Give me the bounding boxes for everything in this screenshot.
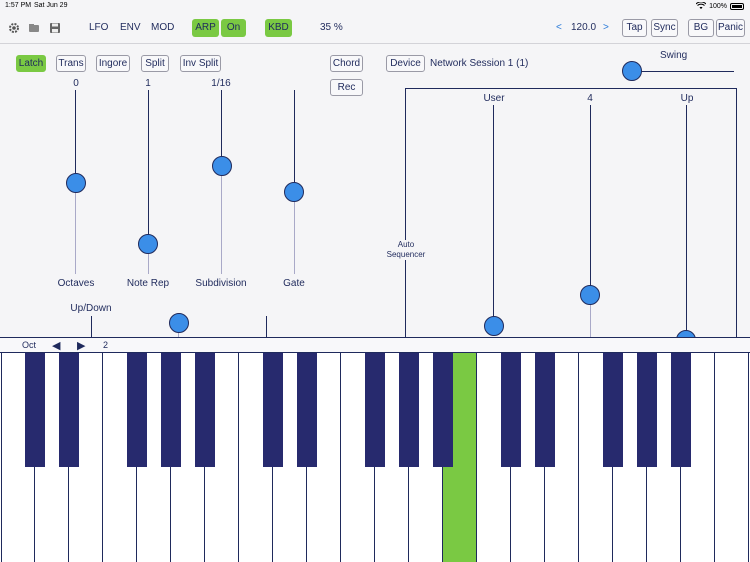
seq-1-value: User bbox=[483, 93, 505, 104]
seq-3-track[interactable] bbox=[686, 105, 687, 337]
direction-knob[interactable] bbox=[169, 313, 189, 333]
black-key[interactable] bbox=[25, 353, 45, 467]
seq-3-value: Up bbox=[680, 93, 694, 104]
black-key[interactable] bbox=[297, 353, 317, 467]
latch-button[interactable]: Latch bbox=[16, 55, 46, 72]
black-key[interactable] bbox=[603, 353, 623, 467]
tempo-readout: 120.0 bbox=[571, 22, 597, 33]
black-key[interactable] bbox=[59, 353, 79, 467]
arp-tab[interactable]: ARP bbox=[192, 19, 219, 37]
black-key[interactable] bbox=[127, 353, 147, 467]
octaves-knob[interactable] bbox=[66, 173, 86, 193]
black-key[interactable] bbox=[433, 353, 453, 467]
black-key[interactable] bbox=[637, 353, 657, 467]
octave-bar: Oct ◀ ▶ 2 bbox=[0, 337, 750, 353]
status-bar: 1:57 PM Sat Jun 29 100% bbox=[0, 0, 750, 13]
status-date: Sat Jun 29 bbox=[34, 2, 68, 9]
tempo-decrease-button[interactable]: < bbox=[556, 22, 562, 33]
panic-button[interactable]: Panic bbox=[716, 19, 745, 37]
black-key[interactable] bbox=[263, 353, 283, 467]
octaves-label: Octaves bbox=[57, 278, 95, 289]
device-button[interactable]: Device bbox=[386, 55, 425, 72]
subdivision-label: Subdivision bbox=[195, 278, 247, 289]
octave-down-icon[interactable]: ◀ bbox=[52, 339, 60, 352]
seq-2-track-upper[interactable] bbox=[590, 105, 591, 295]
note-rep-track-upper[interactable] bbox=[148, 90, 149, 244]
kbd-button[interactable]: KBD bbox=[265, 19, 292, 37]
trans-button[interactable]: Trans bbox=[56, 55, 86, 72]
gate-track-upper[interactable] bbox=[294, 90, 295, 192]
toolbar: LFO ENV MOD ARP On KBD 35 % < 120.0 > Ta… bbox=[0, 14, 750, 44]
swing-label: Swing bbox=[660, 50, 688, 61]
gear-icon[interactable] bbox=[8, 22, 20, 34]
black-key[interactable] bbox=[501, 353, 521, 467]
third-row-track[interactable] bbox=[266, 316, 267, 338]
sync-button[interactable]: Sync bbox=[651, 19, 678, 37]
wifi-icon bbox=[696, 2, 707, 9]
env-tab[interactable]: ENV bbox=[120, 22, 141, 33]
black-key[interactable] bbox=[535, 353, 555, 467]
auto-sequencer-frame bbox=[405, 88, 737, 348]
bg-button[interactable]: BG bbox=[688, 19, 714, 37]
status-time: 1:57 PM bbox=[5, 2, 32, 9]
tempo-increase-button[interactable]: > bbox=[603, 22, 609, 33]
octaves-value: 0 bbox=[73, 78, 79, 89]
octave-label: Oct bbox=[22, 340, 37, 350]
octave-value: 2 bbox=[103, 340, 109, 350]
note-rep-value: 1 bbox=[145, 78, 151, 89]
network-session-label: Network Session 1 (1) bbox=[430, 58, 529, 69]
inv-split-button[interactable]: Inv Split bbox=[180, 55, 221, 72]
status-right: 100% bbox=[696, 2, 744, 10]
tap-button[interactable]: Tap bbox=[622, 19, 647, 37]
octaves-track-upper[interactable] bbox=[75, 90, 76, 182]
subdivision-track-upper[interactable] bbox=[221, 90, 222, 165]
gate-track-lower[interactable] bbox=[294, 192, 295, 274]
seq-2-value: 4 bbox=[587, 93, 593, 104]
octaves-track-lower[interactable] bbox=[75, 182, 76, 274]
note-rep-knob[interactable] bbox=[138, 234, 158, 254]
note-rep-label: Note Rep bbox=[126, 278, 170, 289]
save-icon[interactable] bbox=[49, 22, 61, 34]
black-key[interactable] bbox=[671, 353, 691, 467]
subdivision-knob[interactable] bbox=[212, 156, 232, 176]
ingore-button[interactable]: Ingore bbox=[96, 55, 130, 72]
battery-icon bbox=[730, 2, 744, 10]
arp-on-button[interactable]: On bbox=[221, 19, 246, 37]
octave-up-icon[interactable]: ▶ bbox=[77, 339, 85, 352]
up-down-track[interactable] bbox=[91, 316, 92, 338]
piano-keys bbox=[0, 353, 750, 562]
rec-button[interactable]: Rec bbox=[330, 79, 363, 96]
swing-track[interactable] bbox=[632, 71, 734, 72]
black-key[interactable] bbox=[195, 353, 215, 467]
black-key[interactable] bbox=[399, 353, 419, 467]
split-button[interactable]: Split bbox=[141, 55, 169, 72]
auto-sequencer-label: Auto Sequencer bbox=[380, 240, 432, 260]
swing-knob[interactable] bbox=[622, 61, 642, 81]
chord-button[interactable]: Chord bbox=[330, 55, 363, 72]
volume-readout: 35 % bbox=[320, 22, 343, 33]
keyboard-area: Oct ◀ ▶ 2 bbox=[0, 337, 750, 562]
subdivision-value: 1/16 bbox=[211, 78, 231, 89]
gate-knob[interactable] bbox=[284, 182, 304, 202]
black-key[interactable] bbox=[365, 353, 385, 467]
lfo-tab[interactable]: LFO bbox=[89, 22, 108, 33]
seq-1-knob[interactable] bbox=[484, 316, 504, 336]
battery-percent: 100% bbox=[709, 2, 727, 10]
white-key[interactable] bbox=[715, 353, 749, 562]
up-down-label: Up/Down bbox=[70, 303, 112, 314]
subdivision-track-lower[interactable] bbox=[221, 165, 222, 274]
gate-label: Gate bbox=[283, 278, 305, 289]
mod-tab[interactable]: MOD bbox=[151, 22, 174, 33]
seq-2-knob[interactable] bbox=[580, 285, 600, 305]
folder-icon[interactable] bbox=[28, 22, 40, 34]
seq-1-track[interactable] bbox=[493, 105, 494, 326]
black-key[interactable] bbox=[161, 353, 181, 467]
